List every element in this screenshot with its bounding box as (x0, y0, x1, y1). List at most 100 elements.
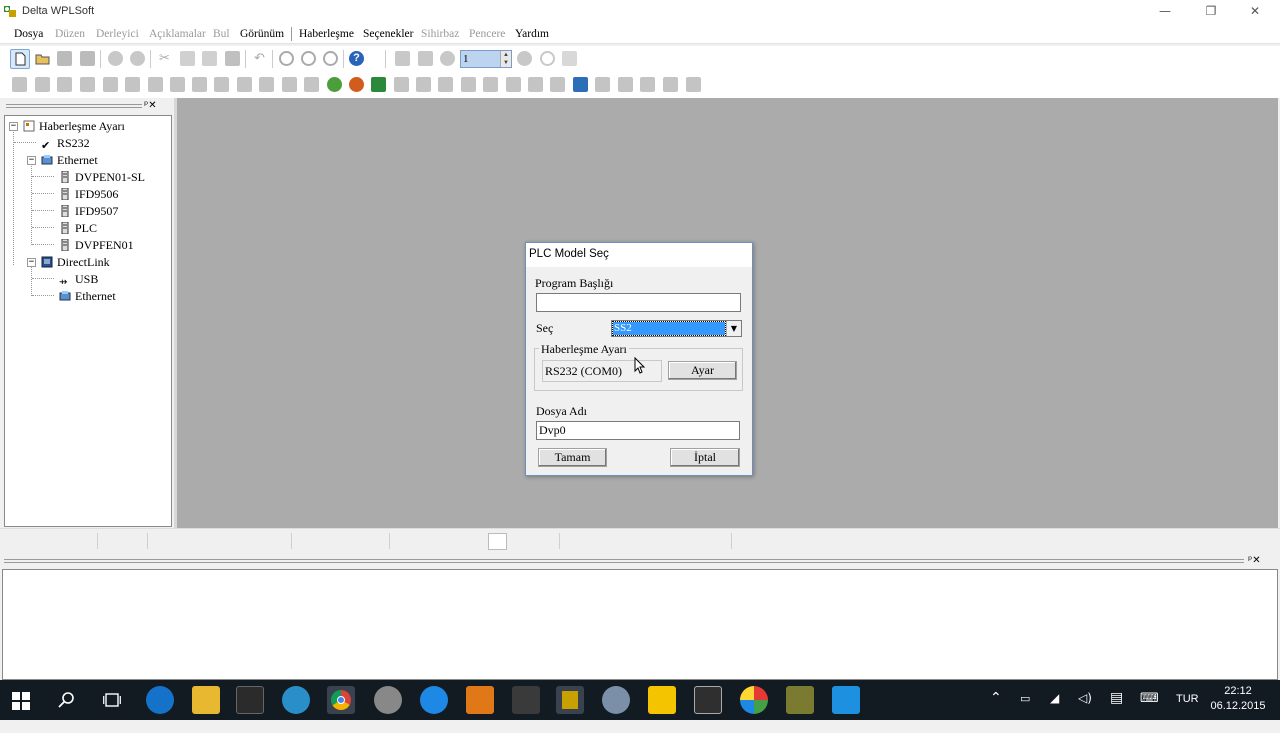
find-next-icon[interactable] (618, 77, 633, 92)
plc-model-select[interactable]: SS2 ▼ (611, 320, 742, 337)
pane-grip[interactable] (4, 559, 1244, 563)
chevron-down-icon[interactable]: ▼ (726, 321, 741, 336)
bulb-icon[interactable] (237, 77, 252, 92)
language-indicator[interactable]: TUR (1176, 693, 1199, 733)
table-icon[interactable] (686, 77, 701, 92)
tree-node-device[interactable]: IFD9506 (59, 187, 118, 202)
pane-pin-close-icon[interactable]: ᵖ✕ (144, 100, 157, 111)
task-view-icon[interactable] (103, 692, 121, 708)
menu-yardim[interactable]: Yardım (515, 28, 549, 40)
find-icon[interactable] (595, 77, 610, 92)
menu-aciklamalar[interactable]: Açıklamalar (149, 28, 206, 40)
tree-node-ethernet[interactable]: Ethernet (41, 153, 98, 168)
profile-app-icon[interactable] (374, 686, 402, 714)
refresh-icon[interactable] (540, 51, 555, 66)
tray-chevron-icon[interactable]: ⌃ (990, 690, 1002, 730)
tree-node-usb[interactable]: ⇸ USB (59, 272, 98, 289)
step-icon[interactable] (562, 51, 577, 66)
help-icon[interactable]: ? (349, 51, 364, 66)
stepper-arrows-icon[interactable]: ▲ ▼ (500, 51, 511, 67)
ladder-icon[interactable] (259, 77, 274, 92)
scan-time-stepper[interactable]: 1 ▲ ▼ (460, 50, 512, 68)
volume-icon[interactable]: ◁) (1078, 691, 1092, 731)
pdf-app-icon[interactable] (466, 686, 494, 714)
collapse-toggle-icon[interactable]: − (27, 156, 36, 165)
horizontal-line-icon[interactable] (550, 77, 565, 92)
calculator-icon[interactable] (694, 686, 722, 714)
device-comment-icon[interactable] (214, 77, 229, 92)
minimize-button[interactable]: — (1142, 0, 1188, 24)
zoom-icon[interactable] (279, 51, 294, 66)
new-file-icon[interactable] (10, 49, 30, 69)
app-icon-generic[interactable] (602, 686, 630, 714)
store-icon[interactable] (236, 686, 264, 714)
align-icon[interactable] (663, 77, 678, 92)
output-coil-icon[interactable] (35, 77, 50, 92)
print-preview-icon[interactable] (108, 51, 123, 66)
network-icon[interactable]: ◢ (1050, 691, 1059, 731)
ok-button[interactable]: Tamam (538, 448, 607, 467)
settings-icon[interactable] (640, 77, 655, 92)
undo-icon[interactable]: ↶ (252, 51, 267, 66)
program-title-input[interactable] (536, 293, 741, 312)
lightning-app-icon[interactable] (420, 686, 448, 714)
menu-dosya[interactable]: Dosya (14, 28, 43, 40)
open-folder-icon[interactable] (35, 51, 50, 66)
online-monitor-icon[interactable] (395, 51, 410, 66)
tree-node-device[interactable]: PLC (59, 221, 97, 236)
close-button[interactable]: ✕ (1232, 0, 1278, 24)
menu-gorunum[interactable]: Görünüm (240, 28, 284, 40)
cut-icon[interactable]: ✂ (157, 51, 172, 66)
restore-button[interactable]: ❐ (1188, 0, 1234, 24)
notifications-icon[interactable]: ▤ (1110, 690, 1123, 730)
menu-duzen[interactable]: Düzen (55, 28, 85, 40)
list-icon[interactable] (304, 77, 319, 92)
print-icon[interactable] (130, 51, 145, 66)
link-icon[interactable] (148, 77, 163, 92)
timer-icon[interactable] (440, 51, 455, 66)
vertical-line-icon[interactable] (528, 77, 543, 92)
save-all-icon[interactable] (80, 51, 95, 66)
branch-icon[interactable] (170, 77, 185, 92)
zoom-in-icon[interactable] (301, 51, 316, 66)
tree-node-directlink-ethernet[interactable]: Ethernet (59, 289, 116, 304)
teamviewer-icon[interactable] (832, 686, 860, 714)
charts-app-icon[interactable] (786, 686, 814, 714)
kbs-app-icon[interactable] (282, 686, 310, 714)
function-icon[interactable] (57, 77, 72, 92)
read-icon[interactable] (416, 77, 431, 92)
paste-icon[interactable] (202, 51, 217, 66)
clock[interactable]: 22:12 06.12.2015 (1204, 684, 1272, 714)
vectorworks-icon[interactable] (648, 686, 676, 714)
collapse-toggle-icon[interactable]: − (9, 122, 18, 131)
menu-pencere[interactable]: Pencere (469, 28, 505, 40)
tree-node-directlink[interactable]: DirectLink (41, 255, 110, 270)
tree-node-device[interactable]: DVPEN01-SL (59, 170, 145, 185)
file-explorer-icon[interactable] (192, 686, 220, 714)
color-app-icon[interactable] (740, 686, 768, 714)
collapse-toggle-icon[interactable]: − (27, 258, 36, 267)
stop-plc-icon[interactable] (349, 77, 364, 92)
menu-sihirbaz[interactable]: Sihirbaz (421, 28, 459, 40)
save-icon[interactable] (57, 51, 72, 66)
device-monitor-icon[interactable] (418, 51, 433, 66)
input-contact-icon[interactable] (12, 77, 27, 92)
setup-button[interactable]: Ayar (668, 361, 737, 380)
online-icon[interactable] (371, 77, 386, 92)
grid-icon[interactable] (125, 77, 140, 92)
zoom-out-icon[interactable] (323, 51, 338, 66)
image-icon[interactable] (573, 77, 588, 92)
keyboard-icon[interactable]: ⌨ (1140, 691, 1159, 731)
falling-edge-icon[interactable] (506, 77, 521, 92)
tree-node-device[interactable]: IFD9507 (59, 204, 118, 219)
block-icon[interactable] (103, 77, 118, 92)
menu-derleyici[interactable]: Derleyici (96, 28, 139, 40)
diagram-icon[interactable] (282, 77, 297, 92)
erase-icon[interactable] (225, 51, 240, 66)
menu-secenekler[interactable]: Seçenekler (363, 28, 413, 40)
tree-node-rs232[interactable]: ✔ RS232 (41, 136, 90, 152)
cancel-button[interactable]: İptal (670, 448, 740, 467)
contact-close-icon[interactable] (461, 77, 476, 92)
battery-icon[interactable]: ▭ (1020, 692, 1030, 732)
search-icon[interactable] (58, 691, 76, 709)
